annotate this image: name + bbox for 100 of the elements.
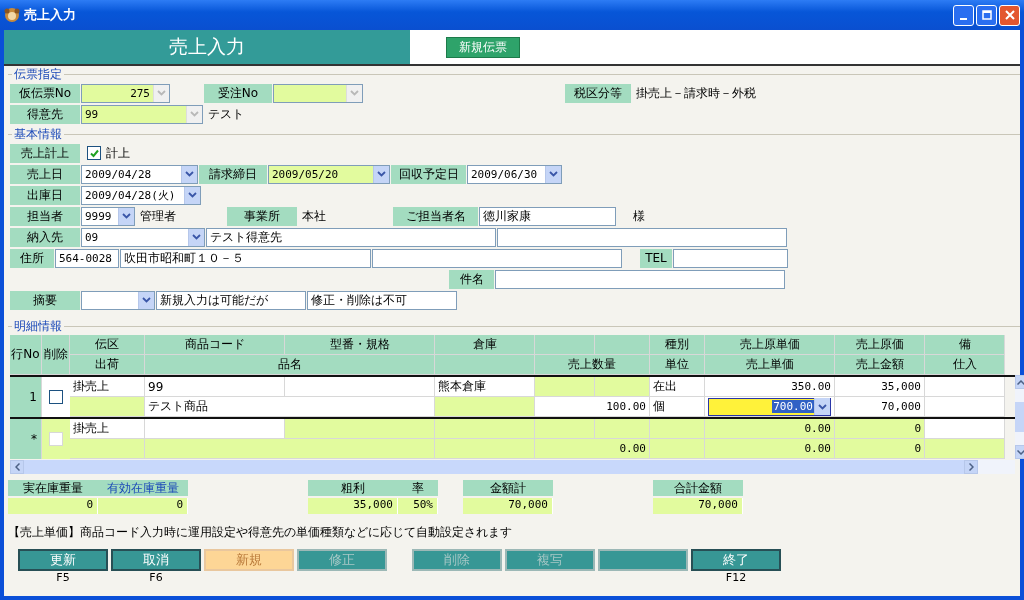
column-header: 売上金額 — [835, 355, 925, 375]
checkbox[interactable] — [87, 146, 101, 160]
section-legend: 伝票指定 — [12, 66, 64, 83]
close-button[interactable] — [999, 4, 1020, 26]
vertical-scrollbar[interactable] — [1015, 375, 1024, 459]
total-value: 70,000 — [463, 498, 553, 514]
column-header: 削除 — [42, 335, 70, 375]
dropdown[interactable]: 2009/04/28 — [81, 164, 198, 184]
total-label: 率 — [398, 480, 438, 496]
function-key-label: F12 — [725, 571, 747, 584]
status-badge: 新規伝票 — [446, 36, 520, 58]
scroll-right-icon[interactable] — [964, 460, 978, 474]
field-label: 売上計上 — [10, 143, 80, 163]
app-icon — [4, 7, 20, 23]
dropdown[interactable] — [81, 290, 155, 310]
field-label: 件名 — [449, 269, 494, 289]
close-icon — [1004, 10, 1015, 20]
total-value: 0 — [8, 498, 98, 514]
total-value: 50% — [398, 498, 438, 514]
table-cell: 掛売上 — [70, 377, 145, 397]
dropdown[interactable]: 9999 — [81, 206, 135, 226]
horizontal-scrollbar[interactable] — [10, 460, 1015, 474]
column-header: 型番・規格 — [285, 335, 435, 355]
delete-checkbox[interactable] — [49, 390, 63, 404]
scroll-up-icon[interactable] — [1015, 375, 1024, 389]
column-header: 売上原価 — [835, 335, 925, 355]
table-cell: 0 — [835, 419, 925, 439]
dropdown[interactable]: 2009/05/20 — [268, 164, 390, 184]
table-cell: 0.00 — [535, 439, 650, 459]
function-key-label: F5 — [56, 571, 70, 584]
column-header: 種別 — [650, 335, 705, 355]
checkbox-label: 計上 — [105, 144, 131, 162]
field-label: 摘要 — [10, 290, 80, 310]
table-cell: 個 — [650, 397, 705, 417]
section-legend: 基本情報 — [12, 126, 64, 143]
screen-title: 売上入力 — [4, 30, 410, 64]
field-label: 仮伝票No — [10, 83, 80, 103]
column-header: 行No — [10, 335, 42, 375]
row-number: * — [10, 419, 42, 459]
input-field[interactable]: 徳川家康 — [479, 206, 616, 226]
table-cell: 掛売上 — [70, 419, 145, 439]
total-value: 0 — [98, 498, 188, 514]
hint-message: 【売上単価】商品コード入力時に運用設定や得意先の単価種類などに応じて自動設定されます — [8, 524, 513, 541]
column-header: 売上原単価 — [705, 335, 835, 355]
staff-name: 管理者 — [139, 207, 177, 225]
total-label[interactable]: 有効在庫重量 — [98, 480, 188, 496]
input-field[interactable]: 新規入力は可能だが — [156, 290, 306, 310]
total-label: 金額計 — [463, 480, 553, 496]
scroll-left-icon[interactable] — [10, 460, 24, 474]
input-field[interactable]: テスト得意先 — [206, 227, 496, 247]
table-cell: 350.00 — [705, 377, 835, 397]
field-label: TEL — [640, 248, 672, 268]
input-field[interactable] — [673, 248, 788, 268]
input-field[interactable] — [372, 248, 622, 268]
field-label: 回収予定日 — [391, 164, 466, 184]
dropdown[interactable]: 2009/04/28(火) — [81, 185, 201, 205]
dropdown[interactable]: 09 — [81, 227, 205, 247]
field-label: 受注No — [204, 83, 272, 103]
row-number: 1 — [10, 377, 42, 417]
column-header: 倉庫 — [435, 335, 535, 355]
table-cell: 熊本倉庫 — [435, 377, 535, 397]
total-label: 粗利 — [308, 480, 398, 496]
total-value: 70,000 — [653, 498, 743, 514]
field-label: 税区分等 — [565, 83, 631, 103]
field-label: 請求締日 — [199, 164, 267, 184]
input-field[interactable]: 吹田市昭和町１０－５ — [120, 248, 371, 268]
maximize-button[interactable] — [976, 4, 997, 26]
field-label: 事業所 — [227, 206, 297, 226]
column-header: 備 — [925, 335, 1005, 355]
column-header: 売上数量 — [535, 355, 650, 375]
total-label: 合計金額 — [653, 480, 743, 496]
minimize-button[interactable] — [953, 4, 974, 26]
field-label: 出庫日 — [10, 185, 80, 205]
table-cell: 35,000 — [835, 377, 925, 397]
table-cell: 0.00 — [705, 439, 835, 459]
function-key-label: F6 — [149, 571, 163, 584]
field-label: ご担当者名 — [393, 206, 478, 226]
honorific-text: 様 — [632, 207, 646, 225]
input-field[interactable] — [497, 227, 787, 247]
dropdown[interactable]: 2009/06/30 — [467, 164, 562, 184]
scroll-down-icon[interactable] — [1015, 445, 1024, 459]
input-field[interactable]: 564-0028 — [55, 248, 119, 268]
header-cell — [535, 335, 595, 355]
column-header: 商品コード — [145, 335, 285, 355]
column-header: 単位 — [650, 355, 705, 375]
maximize-icon — [981, 10, 992, 20]
total-label: 実在庫重量 — [8, 480, 98, 496]
window-title: 売上入力 — [24, 6, 76, 24]
office-name: 本社 — [301, 207, 327, 225]
total-value: 35,000 — [308, 498, 398, 514]
price-dropdown[interactable]: 700.00 — [708, 397, 831, 416]
field-label: 納入先 — [10, 227, 80, 247]
input-field[interactable]: 修正・削除は不可 — [307, 290, 457, 310]
column-header: 品名 — [145, 355, 435, 375]
column-header: 売上単価 — [705, 355, 835, 375]
column-header: 出荷 — [70, 355, 145, 375]
column-header: 仕入 — [925, 355, 1005, 375]
field-label: 住所 — [10, 248, 54, 268]
input-field[interactable] — [495, 269, 785, 289]
tax-text: 掛売上－請求時－外税 — [635, 84, 757, 102]
